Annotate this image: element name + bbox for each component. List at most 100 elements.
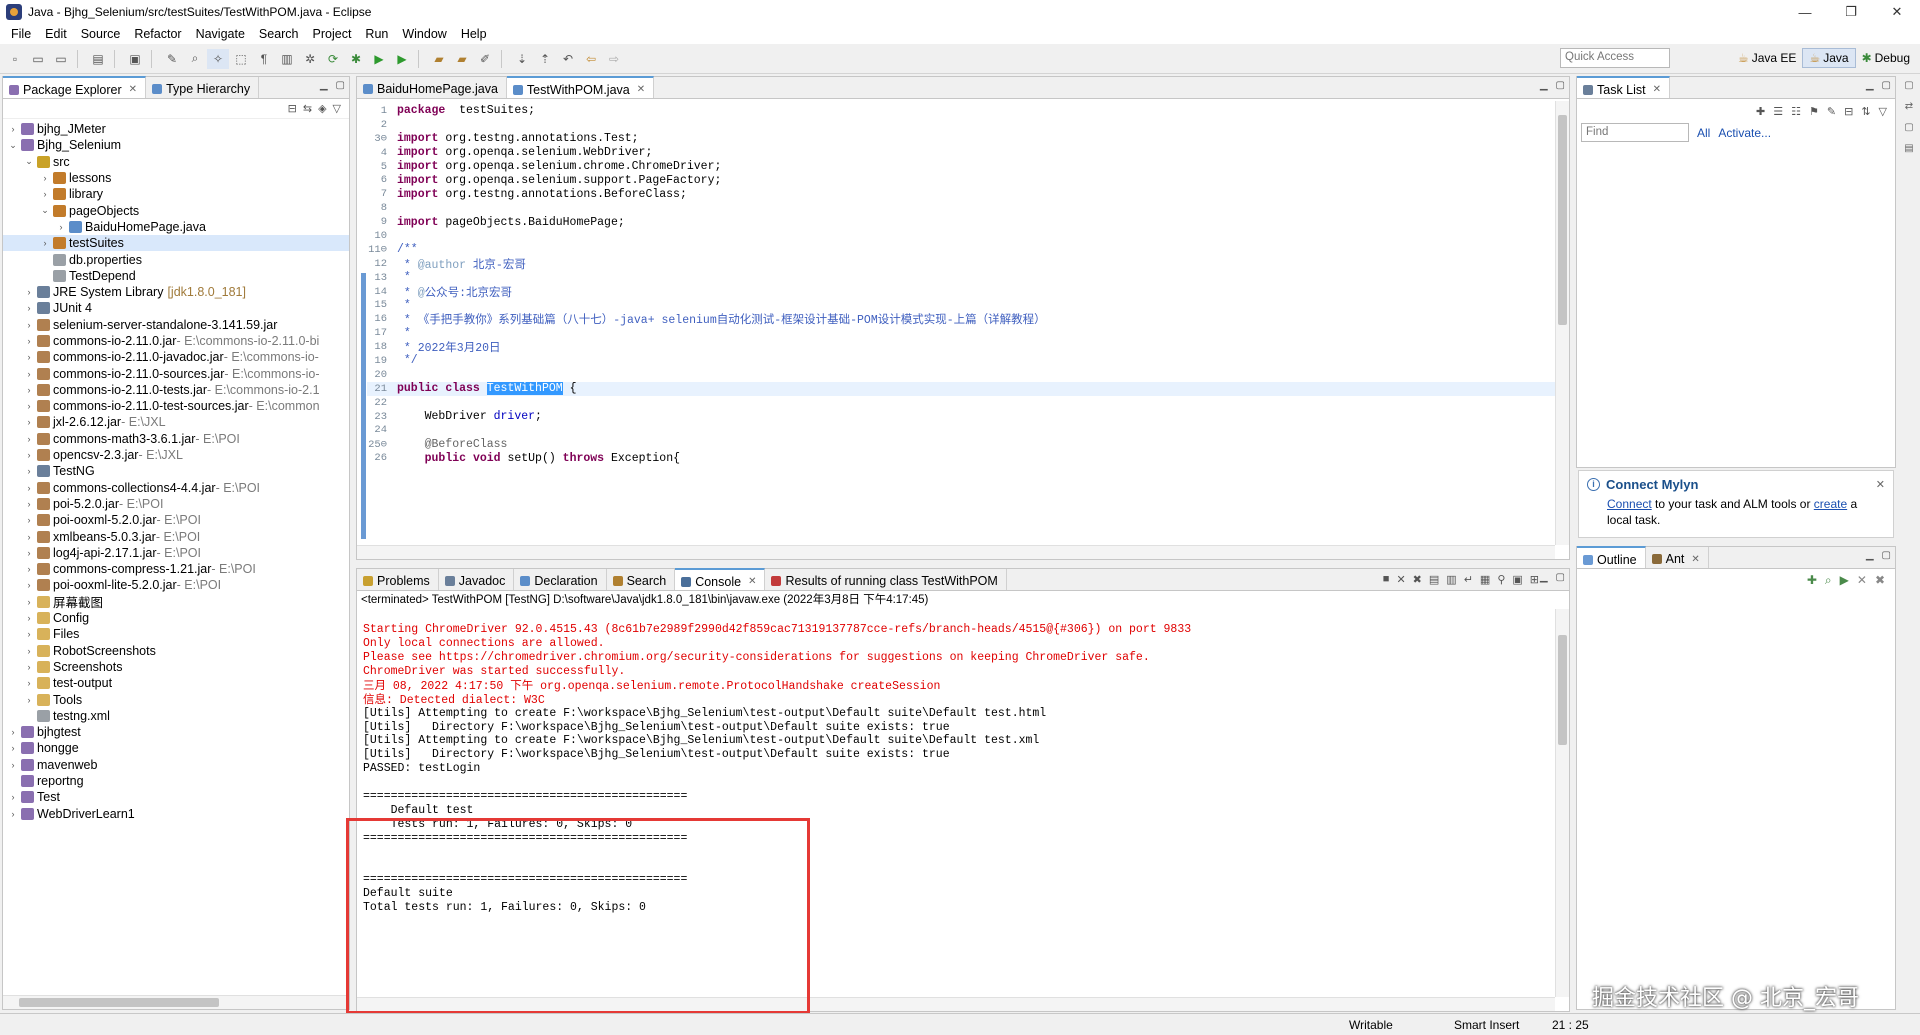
tree-item[interactable]: TestDepend: [3, 268, 349, 284]
close-icon[interactable]: ✕: [1653, 84, 1661, 95]
tree-item[interactable]: ⌄ pageObjects: [3, 202, 349, 218]
tab-task-list[interactable]: Task List ✕: [1577, 76, 1671, 98]
tree-item[interactable]: › bjhgtest: [3, 724, 349, 740]
expand-arrow-icon[interactable]: ›: [23, 564, 35, 574]
pin-console-icon[interactable]: ⚲: [1497, 573, 1505, 586]
create-link[interactable]: create: [1814, 497, 1847, 511]
tab-testwithpom[interactable]: TestWithPOM.java ✕: [506, 76, 655, 98]
menu-refactor[interactable]: Refactor: [127, 27, 188, 41]
tree-item[interactable]: › poi-ooxml-5.2.0.jar - E:\POI: [3, 512, 349, 528]
expand-arrow-icon[interactable]: ›: [23, 303, 35, 313]
toggle-mark-icon[interactable]: ✎: [161, 49, 183, 69]
expand-arrow-icon[interactable]: ›: [23, 434, 35, 444]
minimize-view-icon[interactable]: ▁: [1866, 80, 1874, 91]
minimize-view-icon[interactable]: ▁: [1540, 572, 1548, 583]
tab-results[interactable]: Results of running class TestWithPOM: [765, 569, 1007, 590]
whitespace-icon[interactable]: ¶: [253, 49, 275, 69]
categorized-icon[interactable]: ☰: [1773, 105, 1783, 118]
next-annotation-icon[interactable]: ⇣: [511, 49, 533, 69]
expand-arrow-icon[interactable]: ›: [7, 743, 19, 753]
hide-completed-icon[interactable]: ✎: [1827, 105, 1836, 118]
tree-item[interactable]: › bjhg_JMeter: [3, 121, 349, 137]
close-icon[interactable]: ✕: [1691, 554, 1699, 565]
tab-declaration[interactable]: Declaration: [514, 569, 607, 590]
tree-item[interactable]: › test-output: [3, 675, 349, 691]
tree-item[interactable]: › 屏幕截图: [3, 594, 349, 610]
expand-arrow-icon[interactable]: ›: [23, 613, 35, 623]
tree-item[interactable]: › lessons: [3, 170, 349, 186]
close-icon[interactable]: ✕: [129, 84, 137, 95]
console-horizontal-scrollbar[interactable]: [357, 997, 1555, 1011]
tab-outline[interactable]: Outline: [1577, 546, 1646, 568]
run-external-icon[interactable]: ▶: [391, 49, 413, 69]
expand-arrow-icon[interactable]: ›: [23, 401, 35, 411]
activate-link[interactable]: Activate...: [1718, 126, 1771, 140]
close-button[interactable]: ✕: [1874, 0, 1920, 24]
tree-item[interactable]: ⌄ src: [3, 154, 349, 170]
close-icon[interactable]: ✕: [1876, 478, 1885, 491]
open-type-icon[interactable]: ▰: [428, 49, 450, 69]
save-icon[interactable]: ▭: [27, 49, 49, 69]
refresh-icon[interactable]: ⟳: [322, 49, 344, 69]
display-console-icon[interactable]: ▣: [1512, 573, 1522, 586]
new-task-icon[interactable]: ✚: [1756, 105, 1765, 118]
terminate-icon[interactable]: ■: [1383, 573, 1390, 586]
console-output[interactable]: Starting ChromeDriver 92.0.4515.43 (8c61…: [357, 607, 1569, 915]
maximize-view-icon[interactable]: ▢: [336, 80, 345, 91]
maximize-view-icon[interactable]: ▢: [1556, 80, 1565, 91]
perspective-java-ee[interactable]: ☕ Java EE: [1732, 49, 1802, 67]
tab-ant[interactable]: Ant ✕: [1646, 547, 1709, 568]
tree-item[interactable]: › Config: [3, 610, 349, 626]
tab-search[interactable]: Search: [607, 569, 676, 590]
collapse-all-icon[interactable]: ⊟: [1844, 105, 1853, 118]
pen-icon[interactable]: ✐: [474, 49, 496, 69]
expand-arrow-icon[interactable]: ›: [23, 515, 35, 525]
tree-item[interactable]: › poi-ooxml-lite-5.2.0.jar - E:\POI: [3, 577, 349, 593]
tree-item[interactable]: › WebDriverLearn1: [3, 805, 349, 821]
minimize-view-icon[interactable]: ▁: [1540, 80, 1548, 91]
link-editor-icon[interactable]: ⇆: [303, 102, 312, 115]
menu-navigate[interactable]: Navigate: [189, 27, 252, 41]
tab-baiduhomepage[interactable]: BaiduHomePage.java: [357, 77, 507, 98]
tree-item[interactable]: › opencsv-2.3.jar - E:\JXL: [3, 447, 349, 463]
expand-arrow-icon[interactable]: ›: [23, 580, 35, 590]
scrollbar-thumb[interactable]: [1558, 115, 1567, 325]
tree-item[interactable]: › commons-io-2.11.0-javadoc.jar - E:\comm…: [3, 349, 349, 365]
expand-arrow-icon[interactable]: ›: [23, 385, 35, 395]
all-link[interactable]: All: [1697, 126, 1710, 140]
editor-vertical-scrollbar[interactable]: [1555, 101, 1569, 545]
tree-item[interactable]: › commons-io-2.11.0.jar - E:\commons-io-2…: [3, 333, 349, 349]
close-icon[interactable]: ✕: [748, 576, 756, 587]
highlight-icon[interactable]: ✧: [207, 48, 229, 69]
expand-arrow-icon[interactable]: ›: [7, 727, 19, 737]
connect-link[interactable]: Connect: [1607, 497, 1652, 511]
console-view-icon[interactable]: ▤: [1904, 143, 1913, 154]
menu-window[interactable]: Window: [395, 27, 453, 41]
tab-console[interactable]: Console ✕: [675, 568, 766, 590]
perspective-debug[interactable]: ✱ Debug: [1856, 49, 1916, 67]
tab-javadoc[interactable]: Javadoc: [439, 569, 515, 590]
close-icon[interactable]: ✕: [637, 84, 645, 95]
focus-icon[interactable]: ◈: [318, 102, 326, 115]
expand-arrow-icon[interactable]: ›: [7, 809, 19, 819]
expand-arrow-icon[interactable]: ›: [55, 222, 67, 232]
tree-item[interactable]: › mavenweb: [3, 757, 349, 773]
expand-arrow-icon[interactable]: ›: [23, 352, 35, 362]
last-edit-icon[interactable]: ↶: [557, 49, 579, 69]
save-all-icon[interactable]: ▭: [50, 49, 72, 69]
tree-item[interactable]: › Test: [3, 789, 349, 805]
tree-item[interactable]: › selenium-server-standalone-3.141.59.jar: [3, 317, 349, 333]
tab-type-hierarchy[interactable]: Type Hierarchy: [146, 77, 260, 98]
remove-icon[interactable]: ✕: [1857, 573, 1867, 587]
menu-search[interactable]: Search: [252, 27, 306, 41]
expand-arrow-icon[interactable]: ›: [23, 646, 35, 656]
debug-icon[interactable]: ✱: [345, 49, 367, 69]
tree-item[interactable]: › JRE System Library [jdk1.8.0_181]: [3, 284, 349, 300]
maximize-view-icon[interactable]: ▢: [1882, 80, 1891, 91]
search-icon[interactable]: ⌕: [184, 49, 206, 69]
expand-arrow-icon[interactable]: ›: [7, 760, 19, 770]
view-menu-icon[interactable]: ▽: [333, 102, 341, 115]
tree-item[interactable]: › commons-io-2.11.0-tests.jar - E:\common…: [3, 382, 349, 398]
console-vertical-scrollbar[interactable]: [1555, 609, 1569, 997]
tree-item[interactable]: › Screenshots: [3, 659, 349, 675]
